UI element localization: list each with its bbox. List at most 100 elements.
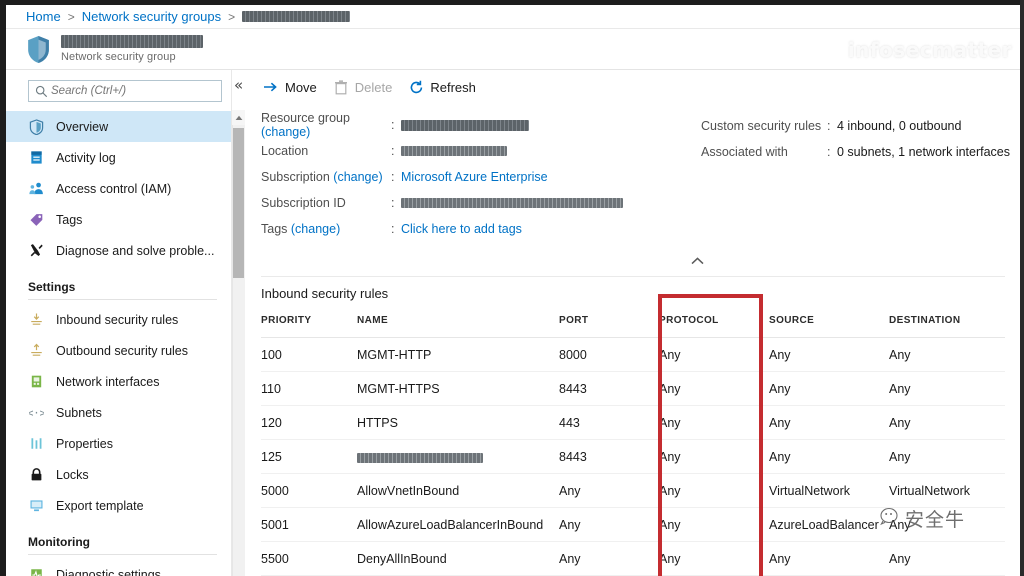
sidebar-item-subnets[interactable]: <·> Subnets bbox=[6, 397, 231, 428]
essentials-label: Resource group (change) bbox=[261, 111, 391, 139]
refresh-icon bbox=[408, 79, 424, 95]
sidebar-item-access-control[interactable]: Access control (IAM) bbox=[6, 173, 231, 204]
watermark-text: 安全牛 bbox=[905, 509, 966, 531]
sidebar-search-row bbox=[6, 70, 231, 110]
refresh-button[interactable]: Refresh bbox=[406, 75, 490, 99]
subscription-value[interactable]: Microsoft Azure Enterprise bbox=[401, 170, 548, 184]
table-body: 100 MGMT-HTTP 8000 Any Any Any 110 MGMT-… bbox=[261, 337, 1005, 576]
cell-priority: 5500 bbox=[261, 541, 357, 576]
table-row[interactable]: 100 MGMT-HTTP 8000 Any Any Any bbox=[261, 337, 1005, 372]
custom-security-rules-value: 4 inbound, 0 outbound bbox=[837, 119, 962, 133]
tag-icon bbox=[28, 211, 45, 228]
sidebar-item-diagnose-and-solve-problems[interactable]: Diagnose and solve proble... bbox=[6, 235, 231, 266]
associated-with-value: 0 subnets, 1 network interfaces bbox=[837, 145, 1011, 159]
sidebar-item-label: Tags bbox=[56, 212, 83, 227]
sidebar-item-diagnostic-settings[interactable]: Diagnostic settings bbox=[6, 559, 231, 576]
essentials-label: Subscription (change) bbox=[261, 170, 391, 184]
table-row[interactable]: 125 8443 Any Any Any bbox=[261, 439, 1005, 474]
column-header-name[interactable]: NAME bbox=[357, 315, 559, 338]
sidebar-item-label: Diagnose and solve proble... bbox=[56, 243, 215, 258]
sidebar-scrollbar-thumb[interactable] bbox=[233, 128, 244, 278]
cell-source: Any bbox=[769, 541, 889, 576]
table-row[interactable]: 110 MGMT-HTTPS 8443 Any Any Any bbox=[261, 371, 1005, 406]
cell-source: Any bbox=[769, 439, 889, 474]
cell-source: AzureLoadBalancer bbox=[769, 507, 889, 542]
delete-button: Delete bbox=[331, 75, 407, 99]
subscription-change-link[interactable]: (change) bbox=[333, 170, 382, 184]
breadcrumb-item-home[interactable]: Home bbox=[26, 9, 61, 24]
window-edge-left bbox=[0, 0, 6, 576]
table-row[interactable]: 5500 DenyAllInBound Any Any Any Any bbox=[261, 541, 1005, 576]
access-control-icon bbox=[28, 180, 45, 197]
search-box[interactable] bbox=[28, 80, 222, 102]
sidebar-item-overview[interactable]: Overview bbox=[6, 111, 231, 142]
add-tags-link[interactable]: Click here to add tags bbox=[401, 222, 522, 236]
column-header-destination[interactable]: DESTINATION bbox=[889, 315, 1005, 338]
cell-name-redacted bbox=[357, 439, 559, 474]
sidebar-item-network-interfaces[interactable]: Network interfaces bbox=[6, 366, 231, 397]
search-input[interactable] bbox=[51, 85, 221, 97]
table-header: PRIORITY NAME PORT PROTOCOL SOURCE DESTI… bbox=[261, 315, 1005, 338]
sidebar-item-tags[interactable]: Tags bbox=[6, 204, 231, 235]
cell-protocol: Any bbox=[659, 541, 769, 576]
watermark-wechat: 安全牛 bbox=[880, 505, 965, 532]
essentials-row-tags: Tags (change) : Click here to add tags bbox=[261, 216, 701, 242]
essentials-row-resource-group: Resource group (change) : bbox=[261, 111, 701, 139]
cell-destination: Any bbox=[889, 337, 1005, 372]
sidebar-item-label: Network interfaces bbox=[56, 374, 160, 389]
column-header-protocol[interactable]: PROTOCOL bbox=[659, 315, 769, 338]
resource-title-redacted bbox=[61, 35, 203, 48]
sidebar-item-outbound-security-rules[interactable]: Outbound security rules bbox=[6, 335, 231, 366]
essentials-colon: : bbox=[391, 196, 395, 210]
sidebar-item-export-template[interactable]: Export template bbox=[6, 490, 231, 521]
cell-priority: 5001 bbox=[261, 507, 357, 542]
cell-port: 443 bbox=[559, 405, 659, 440]
column-header-port[interactable]: PORT bbox=[559, 315, 659, 338]
sidebar-item-label: Properties bbox=[56, 436, 113, 451]
sidebar-item-locks[interactable]: Locks bbox=[6, 459, 231, 490]
cell-protocol: Any bbox=[659, 473, 769, 508]
refresh-label: Refresh bbox=[430, 79, 476, 95]
location-value-redacted bbox=[401, 146, 507, 156]
essentials-row-subscription: Subscription (change) : Microsoft Azure … bbox=[261, 164, 701, 190]
essentials-label-text: Subscription bbox=[261, 170, 330, 184]
resource-group-value-redacted bbox=[401, 119, 529, 131]
cell-priority: 110 bbox=[261, 371, 357, 406]
sidebar-item-label: Outbound security rules bbox=[56, 343, 189, 358]
table-row[interactable]: 120 HTTPS 443 Any Any Any bbox=[261, 405, 1005, 440]
inbound-rules-title: Inbound security rules bbox=[261, 286, 389, 301]
cell-port: 8000 bbox=[559, 337, 659, 372]
cell-source: VirtualNetwork bbox=[769, 473, 889, 508]
move-button[interactable]: Move bbox=[261, 75, 331, 99]
delete-label: Delete bbox=[354, 79, 393, 95]
breadcrumb-item-resource-redacted[interactable] bbox=[242, 11, 351, 22]
sidebar-item-properties[interactable]: Properties bbox=[6, 428, 231, 459]
table-row[interactable]: 5000 AllowVnetInBound Any Any VirtualNet… bbox=[261, 473, 1005, 508]
essentials-collapse-button[interactable] bbox=[691, 254, 704, 269]
resource-group-change-link[interactable]: (change) bbox=[261, 125, 310, 139]
shield-icon bbox=[28, 118, 45, 135]
cell-name: AllowAzureLoadBalancerInBound bbox=[357, 507, 559, 542]
breadcrumb-separator: > bbox=[228, 9, 236, 24]
svg-text:<·>: <·> bbox=[29, 407, 44, 419]
cell-port: Any bbox=[559, 507, 659, 542]
essentials-label: Tags (change) bbox=[261, 222, 391, 236]
essentials-row-location: Location : bbox=[261, 138, 701, 164]
cell-priority: 125 bbox=[261, 439, 357, 474]
column-header-source[interactable]: SOURCE bbox=[769, 315, 889, 338]
essentials-colon: : bbox=[827, 119, 831, 133]
essentials-label: Subscription ID bbox=[261, 196, 346, 210]
sidebar-item-inbound-security-rules[interactable]: Inbound security rules bbox=[6, 304, 231, 335]
essentials-row-custom-security-rules: Custom security rules : 4 inbound, 0 out… bbox=[701, 113, 1011, 139]
cell-source: Any bbox=[769, 337, 889, 372]
cell-port: Any bbox=[559, 473, 659, 508]
command-toolbar: Move Delete Refresh bbox=[245, 70, 1020, 104]
column-header-priority[interactable]: PRIORITY bbox=[261, 315, 357, 338]
scroll-up-icon[interactable] bbox=[232, 110, 245, 125]
cell-destination: Any bbox=[889, 405, 1005, 440]
sidebar-collapse-button[interactable]: « bbox=[234, 76, 243, 94]
tags-change-link[interactable]: (change) bbox=[291, 222, 340, 236]
breadcrumb-item-network-security-groups[interactable]: Network security groups bbox=[82, 9, 221, 24]
essentials-label-text: Tags bbox=[261, 222, 288, 236]
sidebar-item-activity-log[interactable]: Activity log bbox=[6, 142, 231, 173]
